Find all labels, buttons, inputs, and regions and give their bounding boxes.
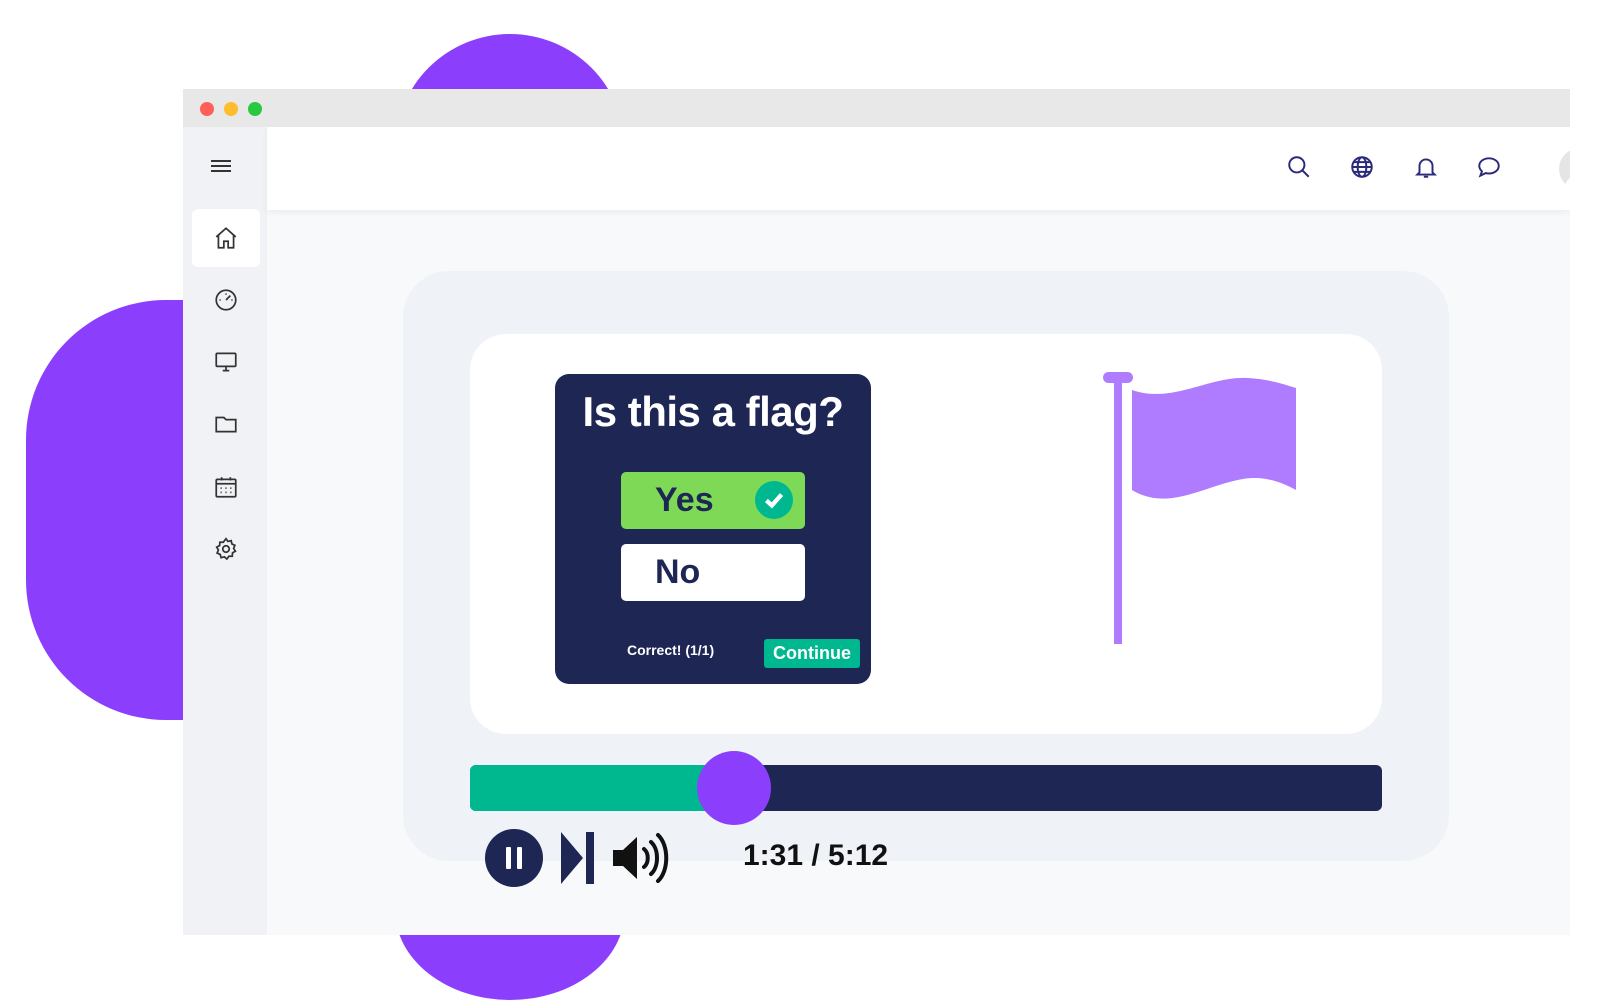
- sidebar-item-display[interactable]: [192, 333, 260, 391]
- close-window-button[interactable]: [200, 102, 214, 116]
- globe-icon: [1351, 156, 1373, 178]
- seek-bar[interactable]: [470, 751, 1382, 825]
- quiz-option-label: Yes: [655, 481, 714, 519]
- volume-icon: [613, 833, 669, 883]
- calendar-icon: [215, 477, 237, 498]
- quiz-option-no[interactable]: No: [621, 544, 805, 601]
- continue-button[interactable]: Continue: [764, 639, 860, 668]
- decorative-blob-left: [0, 0, 183, 1000]
- chat-icon: [1478, 157, 1500, 178]
- notifications-button[interactable]: [1411, 152, 1441, 182]
- gear-icon: [215, 537, 237, 561]
- search-button[interactable]: [1284, 152, 1314, 182]
- hamburger-icon[interactable]: [211, 157, 231, 177]
- video-content: Is this a flag? Yes No Correct! (1/1) Co…: [470, 334, 1382, 734]
- bell-icon: [1414, 158, 1438, 178]
- quiz-option-label: No: [655, 553, 701, 591]
- title-bar: [183, 89, 1570, 127]
- avatar[interactable]: [1559, 148, 1570, 190]
- player-controls: 1:31 / 5:12: [470, 823, 1070, 893]
- top-bar: [267, 127, 1570, 210]
- search-icon: [1288, 156, 1310, 178]
- quiz-status-text: Correct! (1/1): [627, 642, 715, 658]
- seek-handle[interactable]: [697, 751, 772, 825]
- sidebar-item-calendar[interactable]: [192, 458, 260, 516]
- pause-icon: [506, 847, 511, 869]
- messages-button[interactable]: [1474, 152, 1504, 182]
- maximize-window-button[interactable]: [248, 102, 262, 116]
- quiz-option-yes[interactable]: Yes: [621, 472, 805, 529]
- skip-next-icon: [561, 832, 594, 884]
- language-button[interactable]: [1347, 152, 1377, 182]
- quiz-overlay: Is this a flag? Yes No Correct! (1/1) Co…: [555, 374, 871, 684]
- volume-button[interactable]: [611, 828, 673, 888]
- video-player: Is this a flag? Yes No Correct! (1/1) Co…: [403, 271, 1449, 887]
- monitor-icon: [215, 352, 237, 372]
- playback-time: 1:31 / 5:12: [743, 839, 889, 872]
- flag-illustration: [1103, 372, 1296, 644]
- app-window: Is this a flag? Yes No Correct! (1/1) Co…: [183, 89, 1570, 935]
- seek-bar-played: [470, 765, 735, 811]
- check-icon: [755, 481, 793, 519]
- skip-next-button[interactable]: [559, 830, 595, 886]
- sidebar-item-settings[interactable]: [192, 520, 260, 578]
- sidebar-item-home[interactable]: [192, 209, 260, 267]
- sidebar: [183, 127, 267, 935]
- sidebar-item-files[interactable]: [192, 395, 260, 453]
- speedometer-icon: [215, 289, 237, 311]
- folder-icon: [215, 416, 237, 433]
- quiz-question: Is this a flag?: [582, 388, 844, 435]
- home-icon: [215, 227, 237, 249]
- minimize-window-button[interactable]: [224, 102, 238, 116]
- sidebar-item-dashboard[interactable]: [192, 271, 260, 329]
- pause-button[interactable]: [485, 829, 543, 887]
